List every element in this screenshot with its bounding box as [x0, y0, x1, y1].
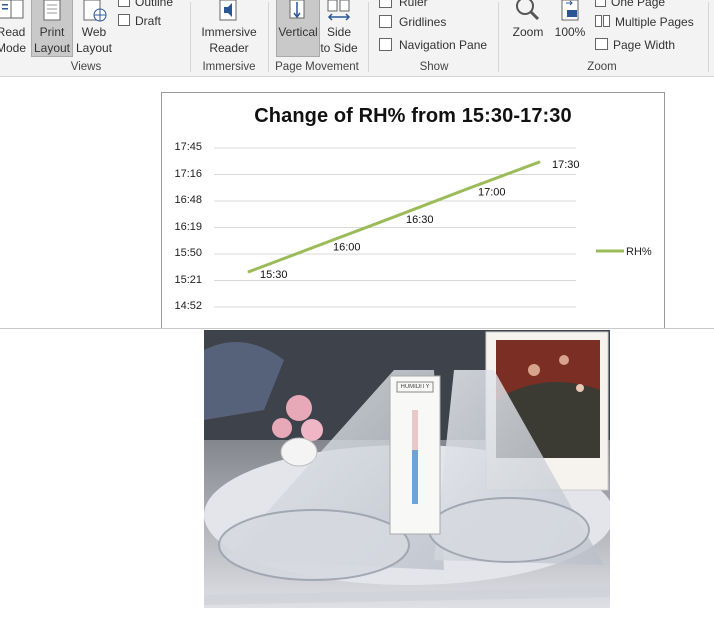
rose	[272, 418, 292, 438]
separator	[498, 2, 499, 72]
immersive-reader-label-2: Reader	[209, 41, 249, 55]
side-to-side-label-1: Side	[326, 25, 352, 39]
line-chart[interactable]: Change of RH% from 15:30-17:30 17:45 17:1…	[161, 92, 665, 329]
zoom-group-label: Zoom	[587, 61, 617, 73]
read-mode-icon	[0, 0, 24, 19]
data-point	[393, 216, 395, 218]
one-page-button[interactable]: One Page	[595, 0, 665, 11]
multiple-pages-icon-2	[603, 15, 610, 27]
humidity-card-brand: HUMIDITY	[400, 384, 430, 390]
immersive-group-label: Immersive	[202, 61, 256, 73]
outline-button[interactable]: Outline	[118, 0, 173, 11]
zoom-label: Zoom	[512, 25, 544, 39]
navigation-pane-checkbox[interactable]: Navigation Pane	[379, 36, 487, 54]
immersive-reader-icon	[219, 0, 237, 21]
photo-image	[204, 330, 610, 608]
gridlines-label: Gridlines	[399, 15, 447, 29]
outline-label: Outline	[135, 0, 174, 9]
side-to-side-button[interactable]: Side to Side	[320, 0, 358, 56]
read-mode-button[interactable]: Read Mode	[0, 0, 26, 56]
one-page-icon	[595, 0, 606, 7]
one-page-label: One Page	[611, 0, 666, 9]
data-label: 17:00	[478, 186, 506, 198]
data-label: 17:30	[552, 159, 580, 171]
zoom-100-button[interactable]: 100%	[553, 0, 587, 40]
page-movement-group-label: Page Movement	[275, 61, 359, 73]
gridlines-checkbox-box[interactable]	[379, 15, 392, 28]
web-layout-icon	[83, 0, 107, 22]
petri-dish	[218, 509, 410, 581]
data-label: 16:00	[333, 242, 361, 254]
draft-button[interactable]: Draft	[118, 12, 161, 30]
navigation-pane-label: Navigation Pane	[399, 38, 488, 52]
magnifier-icon	[516, 0, 540, 21]
web-layout-label-2: Layout	[75, 41, 113, 55]
petri-dish	[428, 497, 590, 563]
immersive-reader-button[interactable]: Immersive Reader	[198, 0, 260, 56]
ruler-checkbox-box[interactable]	[379, 0, 392, 8]
data-point	[247, 271, 249, 273]
rose	[286, 395, 312, 421]
navigation-pane-checkbox-box[interactable]	[379, 38, 392, 51]
ribbon: Read Mode Print Layout Web Layout Outlin…	[0, 0, 714, 77]
immersive-reader-label-1: Immersive	[201, 25, 257, 39]
page-width-icon	[595, 38, 608, 50]
views-group-label: Views	[70, 61, 102, 73]
web-layout-button[interactable]: Web Layout	[75, 0, 113, 56]
zoom-100-label: 100%	[554, 25, 586, 39]
data-label: 15:30	[260, 269, 288, 281]
plot-area: 15:30 16:00 16:30 17:00 17:30 RH%	[214, 147, 652, 308]
multiple-pages-label: Multiple Pages	[615, 15, 694, 29]
separator	[368, 2, 369, 72]
data-point	[539, 161, 541, 163]
zoom-100-icon	[561, 0, 579, 21]
photo-humidity-experiment[interactable]: HUMIDITY	[204, 330, 610, 608]
side-to-side-label-2: to Side	[320, 41, 358, 55]
draft-icon	[118, 14, 130, 26]
print-layout-button[interactable]: Print Layout	[31, 0, 73, 57]
data-point	[320, 244, 322, 246]
multiple-pages-icon	[595, 15, 602, 27]
separator	[708, 2, 709, 72]
data-label: 16:30	[406, 214, 434, 226]
draft-label: Draft	[135, 14, 162, 28]
print-layout-label-1: Print	[39, 25, 65, 39]
ruler-checkbox[interactable]: Ruler	[379, 0, 428, 11]
vertical-label: Vertical	[278, 25, 318, 39]
gridlines-checkbox[interactable]: Gridlines	[379, 13, 446, 31]
zoom-button[interactable]: Zoom	[508, 0, 548, 40]
show-group-label: Show	[419, 61, 449, 73]
separator	[190, 2, 191, 72]
side-to-side-icon	[327, 0, 351, 21]
read-mode-label-2: Mode	[0, 41, 27, 55]
page-width-button[interactable]: Page Width	[595, 36, 675, 54]
separator	[268, 2, 269, 72]
web-layout-label-1: Web	[81, 25, 107, 39]
page-break	[0, 328, 714, 329]
read-mode-label-1: Read	[0, 25, 26, 39]
outline-icon	[118, 0, 130, 7]
print-layout-label-2: Layout	[33, 41, 71, 55]
rose	[301, 419, 323, 441]
page-width-label: Page Width	[613, 38, 676, 52]
ruler-label: Ruler	[399, 0, 428, 9]
legend-label: RH%	[626, 246, 652, 258]
document-area[interactable]: Change of RH% from 15:30-17:30 17:45 17:1…	[0, 77, 714, 621]
vertical-button[interactable]: Vertical	[276, 0, 320, 57]
vertical-icon	[289, 0, 305, 19]
print-layout-icon	[43, 0, 61, 21]
data-point	[465, 188, 467, 190]
multiple-pages-button[interactable]: Multiple Pages	[595, 13, 694, 31]
